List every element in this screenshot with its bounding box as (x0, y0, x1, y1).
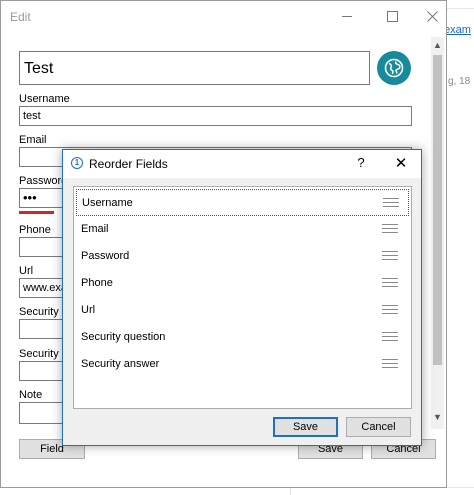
field-label-note: Note (19, 389, 43, 401)
field-label-username: Username (19, 93, 70, 105)
list-item-security-question[interactable]: Security question (76, 324, 409, 351)
list-item-email[interactable]: Email (76, 216, 409, 243)
edit-titlebar: Edit (1, 1, 446, 31)
drag-handle-icon[interactable] (382, 332, 398, 343)
maximize-button[interactable] (377, 7, 407, 25)
list-item-label: Password (81, 250, 130, 262)
reorder-field-list: Username Email Password Phone Url Securi… (73, 186, 412, 409)
scroll-down-icon[interactable]: ▼ (431, 411, 444, 423)
drag-handle-icon[interactable] (382, 359, 398, 370)
scroll-thumb[interactable] (433, 55, 442, 365)
list-item-label: Url (81, 304, 96, 316)
reorder-cancel-button[interactable]: Cancel (346, 417, 411, 437)
list-item-password[interactable]: Password (76, 243, 409, 270)
field-label-password: Password (19, 175, 68, 187)
field-label-security-answer: Security a (19, 348, 68, 360)
help-button[interactable]: ? (352, 155, 370, 170)
field-label-security-question: Security q (19, 306, 68, 318)
globe-icon (384, 58, 404, 78)
edit-window-title: Edit (10, 10, 31, 24)
reorder-save-button[interactable]: Save (273, 417, 338, 437)
minimize-icon (342, 16, 352, 18)
background-muted-text: g, 18 (448, 76, 471, 87)
reorder-titlebar: 1 Reorder Fields ? ✕ (63, 150, 421, 178)
password-strength-bar (19, 211, 54, 214)
field-label-email: Email (19, 134, 47, 146)
list-item-security-answer[interactable]: Security answer (76, 351, 409, 378)
field-label-url: Url (19, 265, 34, 277)
list-item-phone[interactable]: Phone (76, 270, 409, 297)
drag-handle-icon[interactable] (382, 224, 398, 235)
list-item-label: Email (81, 223, 109, 235)
edit-scrollbar[interactable]: ▲ ▼ (431, 37, 444, 429)
username-input[interactable]: test (19, 106, 412, 126)
scroll-up-icon[interactable]: ▲ (431, 39, 444, 51)
minimize-button[interactable] (332, 7, 362, 25)
list-item-username[interactable]: Username (76, 189, 409, 216)
drag-handle-icon[interactable] (382, 305, 398, 316)
list-item-label: Username (82, 197, 133, 209)
entry-name-input[interactable]: Test (19, 51, 370, 85)
close-icon (426, 11, 438, 22)
drag-handle-icon[interactable] (383, 198, 399, 209)
drag-handle-icon[interactable] (382, 251, 398, 262)
reorder-fields-dialog: 1 Reorder Fields ? ✕ Username Email Pass… (62, 149, 422, 446)
list-item-label: Security answer (81, 358, 160, 370)
close-button[interactable] (417, 7, 447, 25)
list-item-url[interactable]: Url (76, 297, 409, 324)
background-link[interactable]: exam (444, 24, 471, 36)
reorder-close-button[interactable]: ✕ (390, 154, 412, 172)
website-button[interactable] (377, 51, 411, 85)
list-item-label: Security question (81, 331, 166, 343)
app-icon: 1 (71, 157, 83, 169)
list-item-label: Phone (81, 277, 113, 289)
maximize-icon (386, 11, 398, 23)
field-label-phone: Phone (19, 224, 51, 236)
reorder-dialog-title: Reorder Fields (89, 157, 168, 171)
drag-handle-icon[interactable] (382, 278, 398, 289)
